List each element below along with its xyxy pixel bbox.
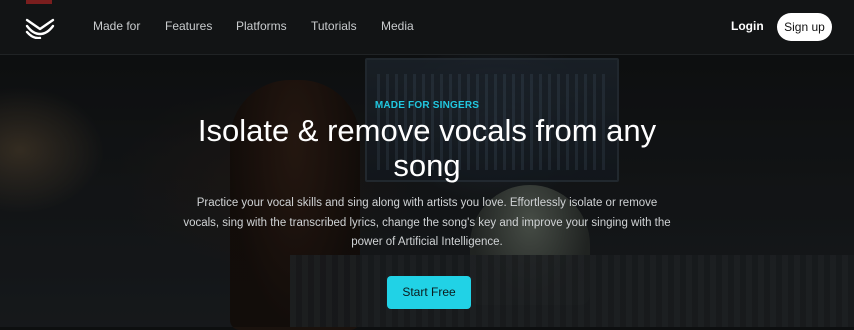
- hero-eyebrow: MADE FOR SINGERS: [374, 100, 480, 111]
- nav-features[interactable]: Features: [165, 19, 212, 33]
- nav-made-for[interactable]: Made for: [93, 19, 140, 33]
- nav-tutorials[interactable]: Tutorials: [311, 19, 357, 33]
- nav-platforms[interactable]: Platforms: [236, 19, 287, 33]
- nav-media[interactable]: Media: [381, 19, 414, 33]
- login-link[interactable]: Login: [731, 19, 764, 33]
- hero-description: Practice your vocal skills and sing alon…: [183, 197, 671, 248]
- tab-accent-strip: [26, 0, 52, 4]
- logo-graphic: [25, 18, 55, 40]
- signup-button[interactable]: Sign up: [777, 13, 832, 41]
- waves-logo-icon[interactable]: [25, 17, 55, 40]
- start-free-button[interactable]: Start Free: [387, 276, 471, 309]
- hero-title: Isolate & remove vocals from any song: [197, 113, 657, 183]
- top-nav: Made for Features Platforms Tutorials Me…: [0, 0, 854, 55]
